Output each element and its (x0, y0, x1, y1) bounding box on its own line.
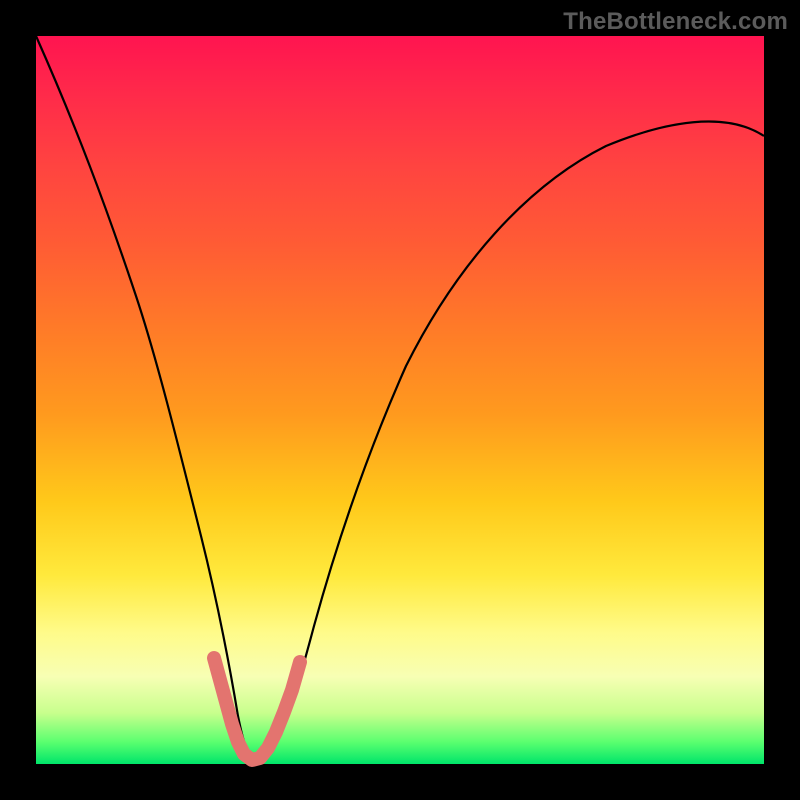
chart-frame: TheBottleneck.com (0, 0, 800, 800)
plot-area (36, 36, 764, 764)
bottleneck-curve (36, 36, 764, 761)
highlight-range (214, 658, 300, 760)
chart-svg (36, 36, 764, 764)
watermark-label: TheBottleneck.com (563, 8, 788, 36)
